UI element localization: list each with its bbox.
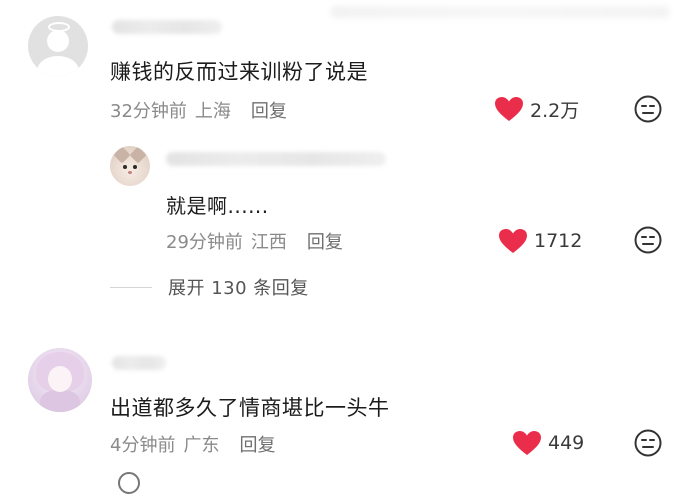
like-button[interactable]: 449 [512, 428, 584, 458]
reply-time: 29分钟前 [166, 232, 243, 253]
comment-item: 赚钱的反而过来训粉了说是 32分钟前 上海 回复 2.2万 [0, 0, 690, 130]
dislike-button[interactable] [634, 429, 662, 457]
comment-meta: 4分钟前 广东 回复 [110, 431, 275, 457]
anime-girl-avatar-icon[interactable] [28, 348, 92, 412]
default-user-avatar-icon[interactable] [28, 16, 88, 76]
like-count: 1712 [534, 230, 583, 252]
reply-button[interactable]: 回复 [307, 228, 343, 254]
expand-replies-label: 展开 130 条回复 [168, 278, 309, 299]
comment-text: 赚钱的反而过来训粉了说是 [110, 60, 368, 84]
comment-text: 出道都多久了情商堪比一头牛 [110, 396, 390, 420]
expand-divider [110, 286, 152, 288]
comment-location: 上海 [194, 101, 231, 122]
dislike-button[interactable] [634, 226, 662, 254]
like-button[interactable]: 2.2万 [494, 94, 579, 124]
reply-meta: 29分钟前 江西 回复 [166, 228, 343, 254]
comment-item: 出道都多久了情商堪比一头牛 4分钟前 广东 回复 449 [0, 340, 690, 470]
like-count: 449 [548, 432, 585, 454]
heart-icon [495, 97, 523, 121]
cat-avatar-icon[interactable] [110, 146, 150, 186]
reply-location: 江西 [250, 232, 287, 253]
neutral-face-icon [634, 95, 662, 123]
reply-button[interactable]: 回复 [239, 431, 275, 457]
like-count: 2.2万 [530, 99, 580, 122]
comment-time: 4分钟前 [110, 435, 176, 456]
reply-item: 就是啊...... 29分钟前 江西 回复 1712 [0, 140, 690, 270]
heart-icon [513, 431, 541, 455]
comment-time: 32分钟前 [110, 101, 187, 122]
username-blurred[interactable] [166, 152, 386, 166]
next-avatar-icon[interactable] [118, 472, 140, 494]
neutral-face-icon [634, 226, 662, 254]
comment-meta: 32分钟前 上海 回复 [110, 97, 287, 123]
reply-button[interactable]: 回复 [251, 97, 287, 123]
heart-icon [499, 229, 527, 253]
username-blurred[interactable] [112, 356, 166, 370]
comment-location: 广东 [183, 435, 220, 456]
dislike-button[interactable] [634, 95, 662, 123]
neutral-face-icon [634, 429, 662, 457]
like-button[interactable]: 1712 [498, 226, 582, 256]
reply-text: 就是啊...... [166, 194, 269, 218]
expand-replies-button[interactable]: 展开 130 条回复 [110, 274, 309, 300]
username-blurred[interactable] [112, 20, 222, 34]
